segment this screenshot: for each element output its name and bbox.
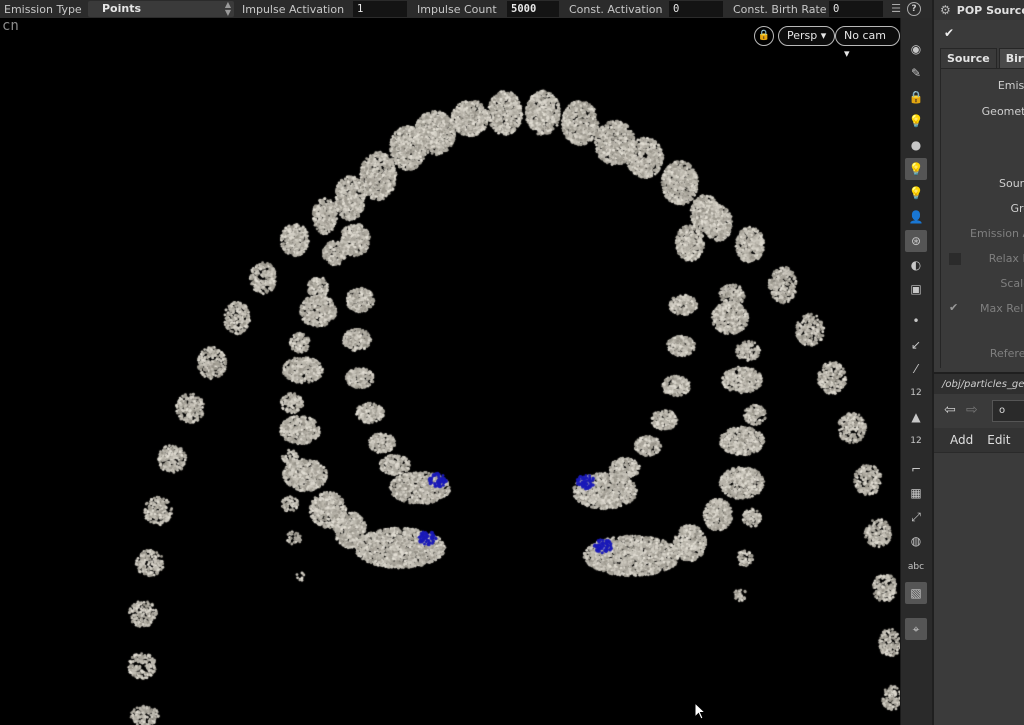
sphere-icon[interactable]: ● — [905, 134, 927, 156]
forward-arrow-icon[interactable]: ⇨ — [966, 402, 978, 418]
view-icon[interactable]: ◐ — [905, 254, 927, 276]
camera-lock-icon[interactable]: 🔒 — [754, 26, 774, 46]
parameter-panel: ⚙ POP Source ✔ Source Birth Emiss Geomet… — [932, 0, 1024, 725]
emission-type-value: Points — [102, 2, 142, 15]
panel-title: POP Source — [956, 3, 1024, 17]
param-emission-attr: Emission A — [970, 227, 1024, 240]
impulse-count-label: Impulse Count — [417, 2, 497, 16]
light-icon[interactable]: 💡 — [905, 110, 927, 132]
param-reference: Referer — [989, 347, 1024, 360]
param-geometry: Geometr — [981, 105, 1024, 118]
paint-icon[interactable]: ▲ — [905, 406, 927, 428]
edit-menu[interactable]: Edit — [987, 433, 1010, 447]
add-menu[interactable]: Add — [950, 433, 973, 447]
eye-icon[interactable]: ◉ — [905, 38, 927, 60]
dropper-icon[interactable]: ⁄ — [905, 358, 927, 380]
corner-icon[interactable]: ⌐ — [905, 458, 927, 480]
updown-arrow-icon: ▲ ▼ — [224, 0, 231, 17]
scene-viewport[interactable]: cn 🔒 Persp ▾ No cam ▾ — [0, 18, 900, 725]
image-icon[interactable]: ▧ — [905, 582, 927, 604]
const-activation-field[interactable]: 0 — [669, 1, 723, 17]
particle-scatter — [0, 18, 900, 725]
const-activation-label: Const. Activation — [569, 2, 663, 16]
viewport-display-toolbar: ◉ ✎ 🔒 💡 ● 💡 💡 👤 ⊛ ◐ ▣ • ↙ ⁄ 12 ▲ 12 ⌐ ▦ … — [900, 18, 932, 725]
camera-menu-button[interactable]: No cam ▾ — [835, 26, 900, 60]
param-scale: Scale — [1000, 277, 1024, 290]
panel-tabs: Source Birth — [940, 48, 1024, 68]
tab-birth[interactable]: Birth — [998, 48, 1024, 68]
persp-menu-button[interactable]: Persp ▾ — [778, 26, 836, 46]
mouse-cursor-icon — [694, 702, 707, 720]
back-arrow-icon[interactable]: ⇦ — [944, 402, 956, 418]
param-max-relax: Max Rela — [980, 302, 1024, 315]
pin-icon[interactable]: ↙ — [905, 334, 927, 356]
panel-header: ⚙ POP Source — [934, 0, 1024, 20]
param-options-icon[interactable]: ☰ — [889, 2, 903, 16]
network-path[interactable]: /obj/particles_geo/ — [934, 372, 1024, 394]
max-relax-check-icon[interactable]: ✔ — [949, 301, 958, 314]
relax-checkbox[interactable] — [949, 253, 961, 265]
camera-icon[interactable]: ⊛ — [905, 230, 927, 252]
node-path-button[interactable]: o — [992, 400, 1024, 422]
param-emission: Emiss — [997, 79, 1024, 92]
bulb-add-icon[interactable]: 💡 — [905, 182, 927, 204]
dot-icon[interactable]: • — [905, 310, 927, 332]
impulse-activation-label: Impulse Activation — [242, 2, 345, 16]
stop-icon[interactable]: ◍ — [905, 530, 927, 552]
bulb-icon[interactable]: 💡 — [905, 158, 927, 180]
edit-icon[interactable]: ✎ — [905, 62, 927, 84]
network-editor[interactable] — [934, 452, 1024, 725]
emission-type-label: Emission Type — [4, 2, 82, 16]
lock-icon[interactable]: 🔒 — [905, 86, 927, 108]
abc-icon[interactable]: abc — [905, 556, 927, 578]
grid-icon[interactable]: ▦ — [905, 482, 927, 504]
emission-type-select[interactable]: Points ▲ ▼ — [88, 1, 234, 17]
num12b-icon[interactable]: 12 — [905, 430, 927, 452]
network-nav-bar: ⇦ ⇨ o — [934, 396, 1024, 426]
param-source: Sourc — [998, 177, 1024, 190]
help-icon[interactable]: ? — [907, 2, 921, 16]
tab-source[interactable]: Source — [940, 48, 997, 68]
param-group: Gro — [1010, 202, 1024, 215]
network-menu-bar: Add Edit — [934, 428, 1024, 452]
num12-icon[interactable]: 12 — [905, 382, 927, 404]
bulb-user-icon[interactable]: 👤 — [905, 206, 927, 228]
marker-icon[interactable]: ⌖ — [905, 618, 927, 640]
render-icon[interactable]: ▣ — [905, 278, 927, 300]
param-relax: Relax It — [988, 252, 1024, 265]
pop-source-icon: ⚙ — [940, 3, 951, 17]
impulse-activation-field[interactable]: 1 — [353, 1, 407, 17]
viewport-corner-label: cn — [2, 18, 19, 34]
parameter-toolbar: Emission Type Points ▲ ▼ Impulse Activati… — [0, 0, 932, 18]
panel-param-area: Emiss Geometr Sourc Gro Emission A Relax… — [940, 68, 1024, 368]
impulse-count-field[interactable]: 5000 — [507, 1, 559, 17]
snap-icon[interactable]: ⤢ — [905, 506, 927, 528]
const-birth-rate-label: Const. Birth Rate — [733, 2, 827, 16]
node-path-label: o — [999, 405, 1006, 416]
const-birth-rate-field[interactable]: 0 — [829, 1, 883, 17]
bypass-check-icon[interactable]: ✔ — [944, 26, 954, 40]
